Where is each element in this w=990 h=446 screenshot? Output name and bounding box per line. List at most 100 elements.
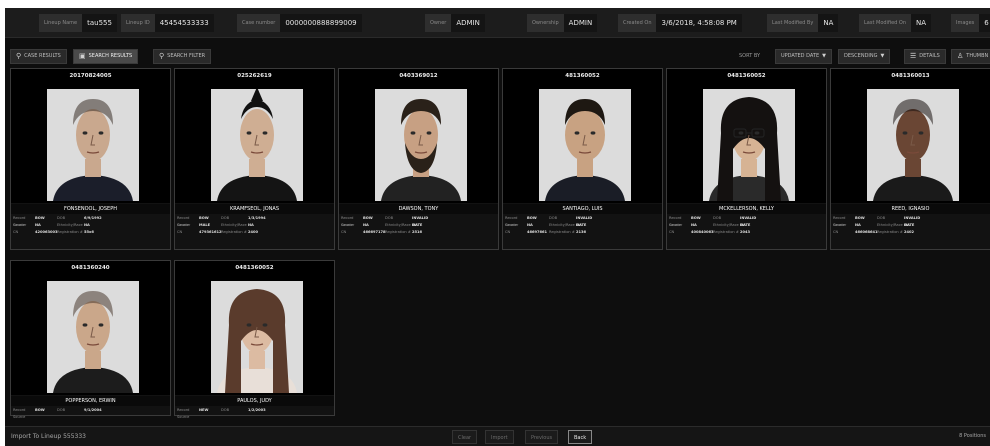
detail-value: 46697661 xyxy=(527,230,548,234)
detail-value: 55x6 xyxy=(84,230,94,234)
detail-value: NA xyxy=(35,223,41,227)
detail-row: CN 466068641 Registration # 2402 xyxy=(833,229,988,236)
detail-key: Record Source xyxy=(13,408,26,419)
result-card[interactable]: 0481360052 MCKELLERSON, KELLY Record Sou… xyxy=(666,68,827,250)
lineup-info-bar: Lineup Name tau555 Lineup ID 45454533333… xyxy=(5,8,990,38)
result-card[interactable]: 0481360240 POPPERSON, ERWIN Record Sourc… xyxy=(10,260,171,419)
record-details: Record Source BOW DOB INVALID DATE Gende… xyxy=(833,215,988,236)
mugshot-photo[interactable] xyxy=(375,89,467,201)
detail-key: Ethnicity/Race xyxy=(713,223,739,227)
lineup-id-field: Lineup ID 45454533333 xyxy=(121,14,214,32)
result-card[interactable]: 20170824005 FONSENOOL, JOSEPH Record Sou… xyxy=(10,68,171,250)
import-lineup-label: Import To Lineup 555333 xyxy=(11,433,86,440)
detail-row: Gender NA Ethnicity/Race NA xyxy=(505,222,660,229)
record-details: Record Source NEW DOB 1/2/2003 xyxy=(177,407,332,419)
subject-name: PAULOS, JUDY xyxy=(175,396,334,406)
mugshot-photo[interactable] xyxy=(867,89,959,201)
record-id: 20170824005 xyxy=(11,69,170,83)
case-results-button[interactable]: ⚲ CASE RESULTS xyxy=(10,49,67,64)
detail-key: Registration # xyxy=(877,230,903,234)
search-icon: ⚲ xyxy=(159,52,165,60)
field-value: 3/6/2018, 4:58:08 PM xyxy=(656,14,742,32)
detail-key: CN xyxy=(833,230,839,234)
result-card[interactable]: 0481360013 REED, IGNASIO Record Source B… xyxy=(830,68,990,250)
caret-down-icon: ▼ xyxy=(822,53,826,59)
thumbnails-view-button[interactable]: ♙ THUMBN xyxy=(951,49,990,64)
detail-row: Gender NA Ethnicity/Race NA xyxy=(669,222,824,229)
detail-value: 479361612 xyxy=(199,230,222,234)
positions-count: 8 Positions xyxy=(959,433,986,439)
previous-button[interactable]: Previous xyxy=(525,430,559,444)
detail-key: DOB xyxy=(385,216,394,220)
sort-field-select[interactable]: UPDATED DATE ▼ xyxy=(775,49,832,64)
field-label: Images xyxy=(951,14,980,32)
mugshot-image xyxy=(47,89,139,201)
result-card[interactable]: 0403369012 DAWSON, TONY Record Source BO… xyxy=(338,68,499,250)
detail-key: Gender xyxy=(669,223,683,227)
field-label: Case number xyxy=(237,14,281,32)
detail-row: CN 420063003 Registration # 55x6 xyxy=(13,229,168,236)
detail-key: Record Source xyxy=(177,216,190,227)
result-card[interactable]: 481360052 SANTIAGO, LUIS Record Source B… xyxy=(502,68,663,250)
search-results-button[interactable]: ▣ SEARCH RESULTS xyxy=(73,49,139,64)
detail-value: NA xyxy=(691,223,697,227)
sort-order-select[interactable]: DESCENDING ▼ xyxy=(838,49,891,64)
back-button[interactable]: Back xyxy=(568,430,593,444)
mugshot-photo[interactable] xyxy=(47,281,139,393)
record-id: 0481360052 xyxy=(175,261,334,275)
detail-row: Record Source BOW DOB 9/1/2004 xyxy=(13,407,168,419)
record-details: Record Source BOW DOB 1/3/1994 Gender MA… xyxy=(177,215,332,236)
detail-value: NA xyxy=(904,223,910,227)
mugshot-image xyxy=(375,89,467,201)
detail-key: Record Source xyxy=(177,408,190,419)
detail-key: DOB xyxy=(549,216,558,220)
mugshot-photo[interactable] xyxy=(539,89,631,201)
record-id: 0481360240 xyxy=(11,261,170,275)
search-results-label: SEARCH RESULTS xyxy=(88,53,133,59)
detail-row: CN 400840063 Registration # 2043 xyxy=(669,229,824,236)
detail-row: Gender NA Ethnicity/Race NA xyxy=(13,222,168,229)
details-view-button[interactable]: ☰ DETAILS xyxy=(904,49,946,64)
search-filter-button[interactable]: ⚲ SEARCH FILTER xyxy=(153,49,212,64)
import-button[interactable]: Import xyxy=(485,430,514,444)
mugshot-photo[interactable] xyxy=(703,89,795,201)
mugshot-photo[interactable] xyxy=(211,281,303,393)
detail-value: BOW xyxy=(199,216,209,220)
mugshot-photo[interactable] xyxy=(211,89,303,201)
detail-key: Ethnicity/Race xyxy=(385,223,411,227)
detail-row: Record Source BOW DOB 1/3/1994 xyxy=(177,215,332,227)
detail-key: Record Source xyxy=(669,216,682,227)
detail-value: NA xyxy=(412,223,418,227)
thumbnails-label: THUMBN xyxy=(966,53,989,59)
detail-key: DOB xyxy=(221,408,230,412)
mugshot-image xyxy=(211,281,303,393)
list-icon: ☰ xyxy=(910,52,917,60)
clear-button[interactable]: Clear xyxy=(452,430,478,444)
detail-key: CN xyxy=(341,230,347,234)
detail-key: DOB xyxy=(221,216,230,220)
result-card[interactable]: 025262619 KRAMFSEOL, JONAS Record Source xyxy=(174,68,335,250)
images-field: Images 6 xyxy=(951,14,990,32)
detail-row: Record Source BOW DOB INVALID DATE xyxy=(341,215,496,227)
created-on-field: Created On 3/6/2018, 4:58:08 PM xyxy=(618,14,742,32)
detail-key: Gender xyxy=(13,223,27,227)
result-card[interactable]: 0481360052 PAULOS, JUDY Record Source NE… xyxy=(174,260,335,419)
detail-key: CN xyxy=(505,230,511,234)
detail-value: MALE xyxy=(199,223,211,227)
owner-field: Owner ADMIN xyxy=(425,14,485,32)
detail-key: DOB xyxy=(57,216,66,220)
detail-value: 2402 xyxy=(904,230,915,234)
detail-row: Record Source BOW DOB INVALID DATE xyxy=(669,215,824,227)
record-id: 0481360052 xyxy=(667,69,826,83)
detail-row: Record Source NEW DOB 1/2/2003 xyxy=(177,407,332,419)
detail-value: 6/9/1992 xyxy=(84,216,102,220)
mugshot-photo[interactable] xyxy=(47,89,139,201)
detail-key: DOB xyxy=(57,408,66,412)
record-id: 0403369012 xyxy=(339,69,498,83)
detail-value: NA xyxy=(576,223,582,227)
subject-name: REED, IGNASIO xyxy=(831,204,990,214)
last-modified-by-field: Last Modified By NA xyxy=(767,14,839,32)
lineup-name-field: Lineup Name tau555 xyxy=(39,14,117,32)
ownership-field: Ownership ADMIN xyxy=(527,14,598,32)
detail-value: 466068641 xyxy=(855,230,878,234)
